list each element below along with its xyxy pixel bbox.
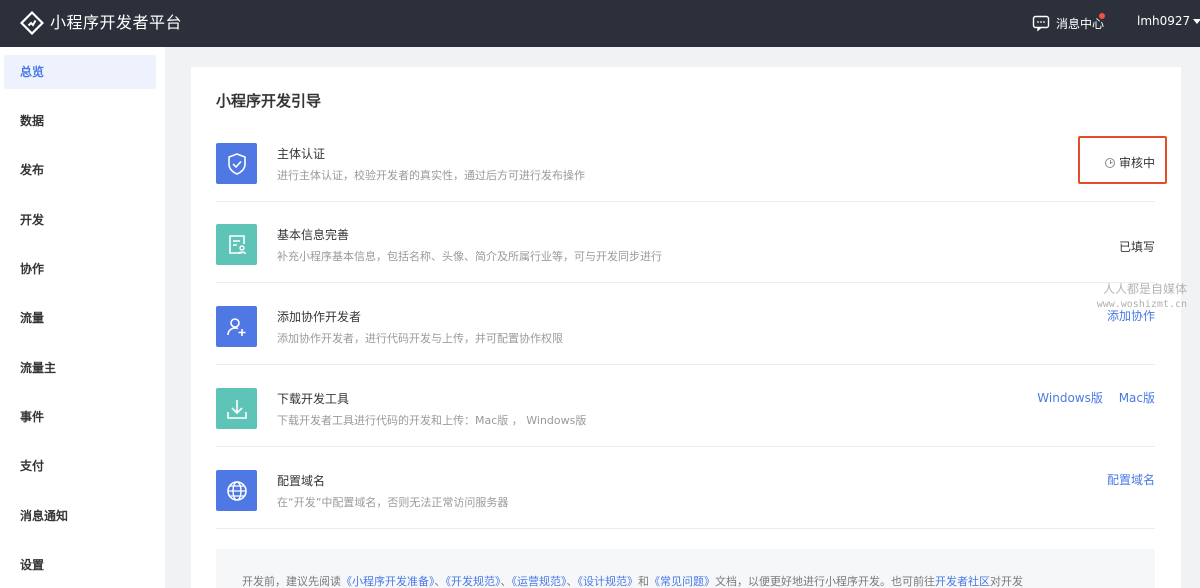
shield-check-icon [227,152,246,175]
step-description: 补充小程序基本信息，包括名称、头像、简介及所属行业等，可与开发同步进行 [277,250,662,263]
profile-form-icon [228,234,246,254]
message-center-link[interactable]: 消息中心 [1032,13,1104,33]
divider [216,528,1155,529]
guide-panel: 小程序开发引导 主体认证 进行主体认证，校验开发者的真实性，通过后方可进行发布操… [191,67,1181,588]
sidebar-item-notifications[interactable]: 消息通知 [4,499,156,533]
notice-text: 文档，以便更好地进行小程序开发。也可前往 [715,575,935,588]
sidebar-item-publish[interactable]: 发布 [4,153,156,187]
clock-icon [1105,157,1115,168]
sidebar-item-collaborate[interactable]: 协作 [4,252,156,286]
step-configure-domain: 配置域名 在“开发”中配置域名，否则无法正常访问服务器 配置域名 [216,449,1155,529]
doc-link-ops-spec[interactable]: 《运营规范》 [512,575,567,588]
sidebar-item-settings[interactable]: 设置 [4,548,156,582]
step-title: 添加协作开发者 [277,310,362,324]
sidebar-item-events[interactable]: 事件 [4,400,156,434]
user-menu[interactable]: lmh0927 [1137,14,1200,28]
divider [216,446,1155,447]
sidebar-item-overview[interactable]: 总览 [4,55,156,89]
doc-link-dev-spec[interactable]: 《开发规范》 [446,575,501,588]
notice-sep: 、 [566,575,578,588]
dev-notice: 开发前，建议先阅读《小程序开发准备》、《开发规范》、《运营规范》、《设计规范》和… [216,549,1155,588]
step-description: 下载开发者工具进行代码的开发和上传：Mac版 ， Windows版 [277,414,587,427]
message-center-label: 消息中心 [1056,16,1105,31]
message-icon [1032,15,1050,32]
community-link[interactable]: 开发者社区 [935,575,990,588]
caret-down-icon [1193,18,1200,24]
top-bar: 小程序开发者平台 消息中心 lmh0927 [0,0,1200,47]
sidebar: 总览 数据 发布 开发 协作 流量 流量主 事件 支付 消息通知 设置 [0,47,165,588]
sidebar-item-payment[interactable]: 支付 [4,449,156,483]
download-windows-link[interactable]: Windows版 [1037,391,1103,405]
doc-link-preparation[interactable]: 《小程序开发准备》 [341,575,435,588]
doc-link-design-spec[interactable]: 《设计规范》 [578,575,639,588]
step-status-reviewing: 审核中 [1105,154,1155,171]
sidebar-item-traffic-owner[interactable]: 流量主 [4,351,156,385]
divider [216,201,1155,202]
step-entity-verification: 主体认证 进行主体认证，校验开发者的真实性，通过后方可进行发布操作 [216,122,1155,202]
notice-text: 和 [638,575,649,588]
sidebar-item-data[interactable]: 数据 [4,104,156,138]
sidebar-item-develop[interactable]: 开发 [4,203,156,237]
watermark: 人人都是自媒体 www.woshizmt.cn [1092,280,1187,310]
divider [216,364,1155,365]
notice-text: 开发前，建议先阅读 [242,575,341,588]
watermark-name: 人人都是自媒体 [1102,282,1187,296]
app-logo-icon [20,11,44,35]
step-description: 进行主体认证，校验开发者的真实性，通过后方可进行发布操作 [277,169,585,182]
page-title: 小程序开发引导 [216,92,322,110]
step-description: 添加协作开发者，进行代码开发与上传，并可配置协作权限 [277,332,563,345]
step-title: 配置域名 [277,474,326,488]
notice-sep: 、 [500,575,512,588]
step-add-collaborator: 添加协作开发者 添加协作开发者，进行代码开发与上传，并可配置协作权限 添加协作 [216,285,1155,365]
download-icon [226,399,247,419]
sidebar-item-traffic[interactable]: 流量 [4,301,156,335]
notice-text: 对开发 [990,575,1023,588]
globe-icon [226,480,247,501]
watermark-url: www.woshizmt.cn [1096,299,1187,310]
platform-title: 小程序开发者平台 [50,13,183,32]
divider [216,282,1155,283]
status-text: 审核中 [1119,156,1156,170]
username: lmh0927 [1137,14,1191,28]
step-title: 主体认证 [277,147,326,161]
notice-sep: 、 [434,575,446,588]
step-download-tools: 下载开发工具 下载开发者工具进行代码的开发和上传：Mac版 ， Windows版… [216,367,1155,447]
step-status: 已填写 [1118,240,1155,254]
configure-domain-link[interactable]: 配置域名 [1107,471,1155,488]
unread-dot [1099,13,1105,19]
step-title: 基本信息完善 [277,228,350,242]
step-title: 下载开发工具 [277,392,350,406]
download-mac-link[interactable]: Mac版 [1119,391,1155,405]
step-basic-info: 基本信息完善 补充小程序基本信息，包括名称、头像、简介及所属行业等，可与开发同步… [216,203,1155,283]
add-user-icon [226,317,245,336]
step-description: 在“开发”中配置域名，否则无法正常访问服务器 [277,496,509,509]
doc-link-faq[interactable]: 《常见问题》 [649,575,715,588]
